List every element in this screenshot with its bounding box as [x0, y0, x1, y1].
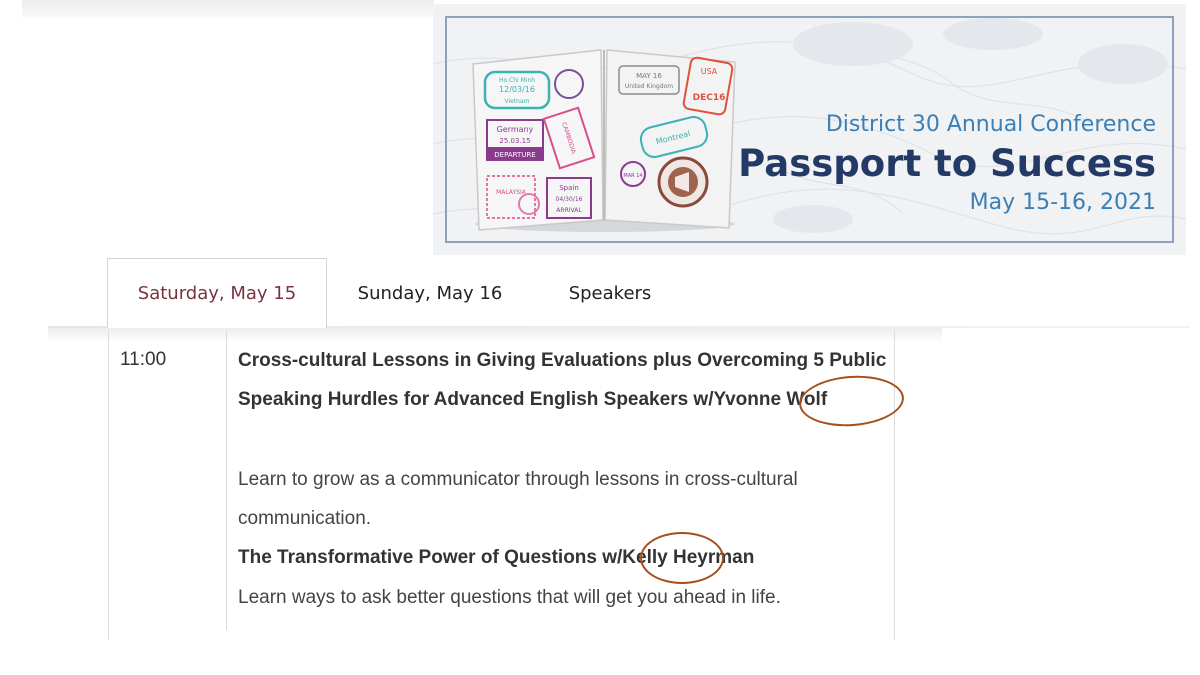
- tab-sunday[interactable]: Sunday, May 16: [330, 258, 530, 328]
- svg-text:MALAYSIA: MALAYSIA: [496, 189, 527, 196]
- session-title: Cross-cultural Lessons in Giving Evaluat…: [238, 350, 887, 410]
- column-divider: [226, 330, 227, 630]
- session-title: The Transformative Power of Questions w/…: [238, 547, 755, 568]
- conference-banner: Ho Chi Minh 12/03/16 Vietnam Germany 25.…: [433, 4, 1186, 255]
- passport-illustration: Ho Chi Minh 12/03/16 Vietnam Germany 25.…: [472, 49, 736, 232]
- session-description: Learn ways to ask better questions that …: [238, 587, 781, 608]
- svg-text:04/30/16: 04/30/16: [556, 196, 583, 203]
- tab-saturday[interactable]: Saturday, May 15: [107, 258, 327, 328]
- banner-title: Passport to Success: [738, 142, 1156, 185]
- tab-speakers[interactable]: Speakers: [540, 258, 680, 328]
- svg-text:DEPARTURE: DEPARTURE: [494, 151, 535, 159]
- banner-dates: May 15-16, 2021: [969, 190, 1156, 215]
- svg-text:Germany: Germany: [497, 125, 534, 134]
- banner-subtitle: District 30 Annual Conference: [825, 112, 1156, 137]
- session-description: Learn to grow as a communicator through …: [238, 469, 798, 529]
- seal-stamp: [657, 156, 709, 208]
- top-divider: [22, 0, 434, 18]
- svg-text:Spain: Spain: [559, 184, 579, 192]
- svg-text:Ho Chi Minh: Ho Chi Minh: [499, 77, 535, 84]
- svg-text:25.03.15: 25.03.15: [499, 137, 530, 145]
- svg-text:DEC16: DEC16: [693, 93, 726, 103]
- svg-text:12/03/16: 12/03/16: [499, 85, 535, 94]
- svg-text:Vietnam: Vietnam: [504, 98, 529, 105]
- svg-text:USA: USA: [701, 67, 718, 76]
- svg-text:ARRIVAL: ARRIVAL: [556, 207, 582, 214]
- day-tabs: Saturday, May 15 Sunday, May 16 Speakers: [0, 258, 1200, 328]
- svg-text:MAR 14: MAR 14: [623, 173, 642, 179]
- svg-text:United Kingdom: United Kingdom: [625, 83, 673, 90]
- svg-text:MAY 16: MAY 16: [636, 72, 662, 80]
- session-time: 11:00: [120, 349, 167, 370]
